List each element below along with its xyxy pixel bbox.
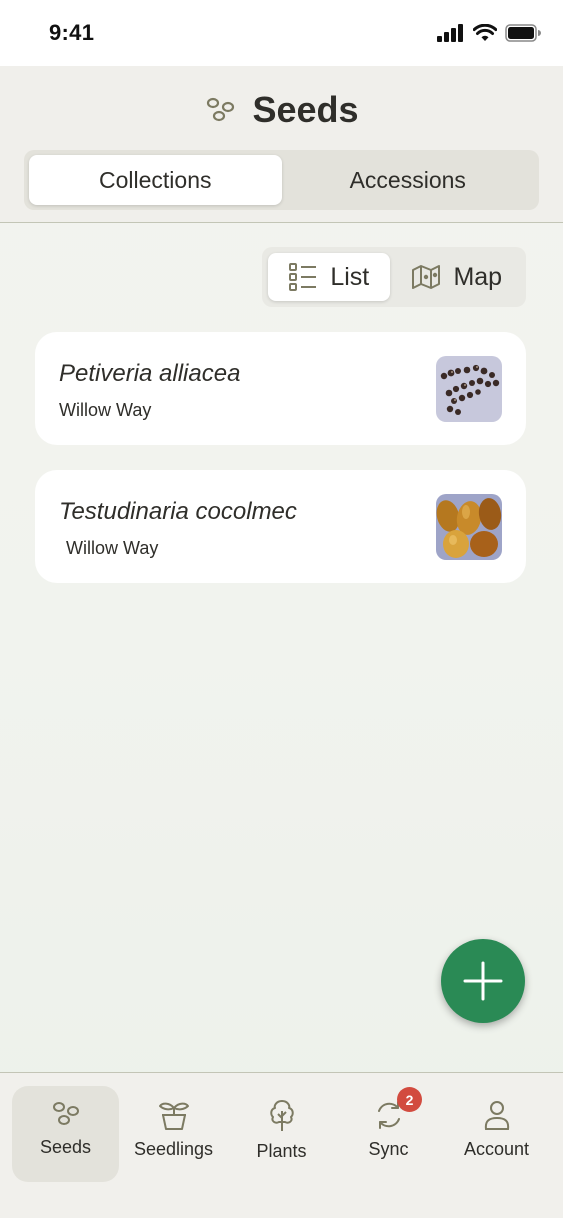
tabbar-item-sync[interactable]: Sync 2 (335, 1086, 442, 1182)
tab-collections[interactable]: Collections (29, 155, 282, 205)
tabbar-item-seeds[interactable]: Seeds (12, 1086, 119, 1182)
collection-location: Willow Way (59, 400, 152, 420)
seedling-pot-icon (158, 1102, 189, 1130)
sync-count-badge: 2 (397, 1087, 422, 1112)
tabbar-label: Sync (368, 1139, 409, 1159)
collection-name: Petiveria alliacea (59, 360, 241, 387)
user-icon (484, 1101, 509, 1130)
tabbar-item-plants[interactable]: Plants (228, 1086, 335, 1182)
tabbar-item-seedlings[interactable]: Seedlings (120, 1086, 227, 1182)
collection-thumbnail (436, 494, 502, 560)
battery-icon (505, 24, 541, 42)
status-time: 9:41 (49, 20, 95, 45)
add-collection-button[interactable] (441, 939, 525, 1023)
segmented-control: Collections Accessions (24, 150, 539, 210)
list-view-button[interactable]: List (268, 253, 390, 301)
wifi-icon (473, 24, 497, 41)
tabbar-label: Account (463, 1139, 530, 1159)
collection-thumbnail (436, 356, 502, 422)
cellular-signal-icon (437, 24, 463, 42)
status-bar: 9:41 (0, 0, 563, 66)
tabbar-label: Seedlings (133, 1139, 214, 1159)
list-icon (289, 263, 317, 291)
collection-location: Willow Way (66, 538, 159, 558)
tabbar-label: Plants (256, 1141, 307, 1161)
map-view-label: Map (453, 262, 503, 291)
tabbar-item-account[interactable]: Account (443, 1086, 550, 1182)
tabbar-label: Seeds (39, 1137, 92, 1157)
view-toggle: List Map (262, 247, 526, 307)
app-screen: Seeds Collections Accessions List Map Pe… (0, 66, 563, 1218)
page-title: Seeds (252, 89, 359, 130)
list-view-label: List (330, 262, 370, 291)
header: Seeds Collections Accessions (0, 66, 563, 223)
seeds-icon (52, 1102, 79, 1125)
page-title-row: Seeds (0, 88, 563, 132)
collection-name: Testudinaria cocolmec (59, 498, 297, 525)
collection-card[interactable]: Petiveria alliacea Willow Way (35, 332, 526, 445)
tab-accessions[interactable]: Accessions (282, 155, 535, 205)
map-icon (412, 265, 441, 289)
bottom-tab-bar: Seeds Seedlings Plants Sync 2 Account (0, 1072, 563, 1218)
status-icons (437, 24, 541, 42)
collection-card[interactable]: Testudinaria cocolmec Willow Way (35, 470, 526, 583)
seeds-icon (207, 97, 235, 122)
map-view-button[interactable]: Map (394, 253, 520, 301)
plus-icon (463, 961, 503, 1001)
tree-icon (269, 1100, 294, 1131)
